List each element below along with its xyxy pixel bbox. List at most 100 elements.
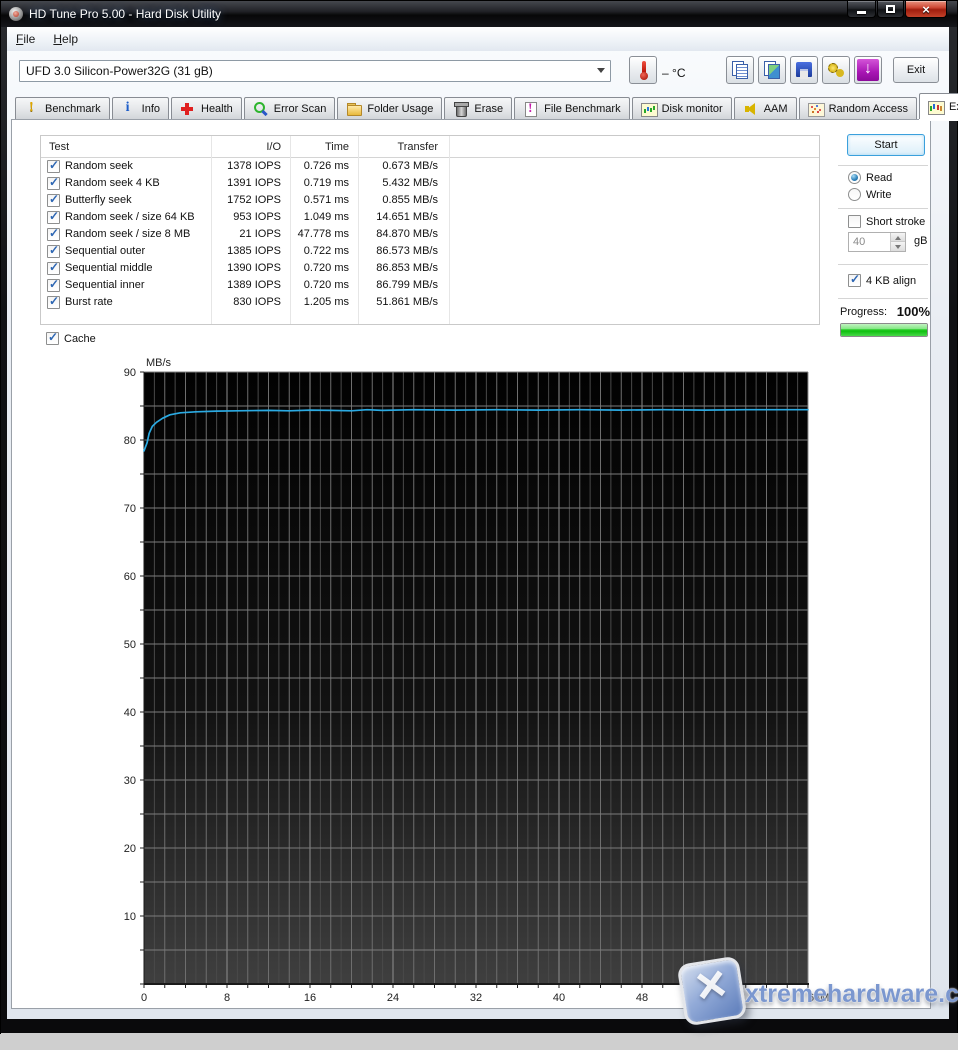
test-controls-panel: Start Read Write Short stroke 40 gB bbox=[838, 120, 930, 350]
table-row: Random seek / size 64 KB953 IOPS1.049 ms… bbox=[41, 209, 819, 226]
exit-button[interactable]: Exit bbox=[893, 57, 939, 83]
short-stroke-checkbox[interactable] bbox=[848, 215, 861, 228]
row-checkbox[interactable] bbox=[47, 228, 60, 241]
tab-label: Error Scan bbox=[274, 103, 327, 115]
menu-file[interactable]: File bbox=[7, 29, 44, 49]
kb-align-checkbox[interactable] bbox=[848, 274, 861, 287]
tab-label: AAM bbox=[764, 103, 788, 115]
cell: 0.720 ms bbox=[304, 262, 349, 274]
tab-health[interactable]: Health bbox=[171, 97, 242, 119]
row-checkbox[interactable] bbox=[47, 177, 60, 190]
tab-extra-tests[interactable]: Extra tests bbox=[919, 93, 958, 119]
copy-image-button[interactable] bbox=[758, 56, 786, 84]
tab-benchmark[interactable]: Benchmark bbox=[15, 97, 110, 119]
row-checkbox[interactable] bbox=[47, 245, 60, 258]
table-row: Random seek 4 KB1391 IOPS0.719 ms5.432 M… bbox=[41, 175, 819, 192]
tab-random-access[interactable]: Random Access bbox=[799, 97, 917, 119]
cell: 86.853 MB/s bbox=[376, 262, 438, 274]
file-benchmark-icon bbox=[523, 102, 539, 116]
tab-info[interactable]: Info bbox=[112, 97, 169, 119]
transfer-chart: 1020304050607080900816243240485664MBMB/s bbox=[92, 350, 832, 1050]
cell: 1390 IOPS bbox=[227, 262, 281, 274]
kb-align-label: 4 KB align bbox=[866, 275, 916, 287]
column-time: Time bbox=[325, 141, 349, 153]
tab-folder-usage[interactable]: Folder Usage bbox=[337, 97, 442, 119]
column-io: I/O bbox=[266, 141, 281, 153]
cell: 0.722 ms bbox=[304, 245, 349, 257]
short-stroke-row: Short stroke bbox=[848, 215, 925, 231]
row-checkbox[interactable] bbox=[47, 279, 60, 292]
maximize-button[interactable] bbox=[877, 1, 904, 18]
tab-disk-monitor[interactable]: Disk monitor bbox=[632, 97, 732, 119]
cell: 1385 IOPS bbox=[227, 245, 281, 257]
close-button[interactable]: × bbox=[905, 1, 947, 18]
row-checkbox[interactable] bbox=[47, 211, 60, 224]
row-checkbox[interactable] bbox=[47, 160, 60, 173]
cell: 14.651 MB/s bbox=[376, 211, 438, 223]
toolbar: UFD 3.0 Silicon-Power32G (31 gB) – °C Ex… bbox=[7, 51, 949, 93]
info-icon bbox=[121, 102, 137, 116]
minimize-icon bbox=[857, 11, 866, 14]
window-title: HD Tune Pro 5.00 - Hard Disk Utility bbox=[29, 7, 221, 21]
download-button[interactable] bbox=[854, 56, 882, 84]
tab-aam[interactable]: AAM bbox=[734, 97, 797, 119]
tab-error-scan[interactable]: Error Scan bbox=[244, 97, 336, 119]
cell: Sequential inner bbox=[65, 279, 145, 291]
spin-up-icon[interactable] bbox=[891, 233, 905, 242]
temperature-button[interactable] bbox=[629, 56, 657, 84]
tab-label: Info bbox=[142, 103, 160, 115]
cell: Burst rate bbox=[65, 296, 113, 308]
row-checkbox[interactable] bbox=[47, 262, 60, 275]
cell: 21 IOPS bbox=[239, 228, 281, 240]
extra-tests-page: Test I/O Time Transfer Random seek1378 I… bbox=[11, 119, 931, 1009]
cell: 0.719 ms bbox=[304, 177, 349, 189]
svg-text:10: 10 bbox=[124, 911, 136, 923]
start-button[interactable]: Start bbox=[847, 134, 925, 156]
spin-down-icon[interactable] bbox=[891, 242, 905, 251]
cell: 0.726 ms bbox=[304, 160, 349, 172]
save-icon bbox=[791, 57, 817, 83]
cell: Random seek / size 8 MB bbox=[65, 228, 190, 240]
tab-erase[interactable]: Erase bbox=[444, 97, 512, 119]
cell: 86.799 MB/s bbox=[376, 279, 438, 291]
drive-select-value: UFD 3.0 Silicon-Power32G (31 gB) bbox=[26, 64, 213, 78]
temperature-readout: – °C bbox=[662, 66, 686, 80]
tab-label: Benchmark bbox=[45, 103, 101, 115]
row-checkbox[interactable] bbox=[47, 296, 60, 309]
title-bar: HD Tune Pro 5.00 - Hard Disk Utility × bbox=[1, 1, 957, 27]
table-row: Random seek1378 IOPS0.726 ms0.673 MB/s bbox=[41, 158, 819, 175]
svg-text:MB/s: MB/s bbox=[146, 357, 172, 369]
copy-text-button[interactable] bbox=[726, 56, 754, 84]
table-row: Sequential inner1389 IOPS0.720 ms86.799 … bbox=[41, 277, 819, 294]
save-button[interactable] bbox=[790, 56, 818, 84]
cell: Random seek / size 64 KB bbox=[65, 211, 195, 223]
drive-select[interactable]: UFD 3.0 Silicon-Power32G (31 gB) bbox=[19, 60, 611, 82]
minimize-button[interactable] bbox=[847, 1, 876, 18]
cell: 953 IOPS bbox=[233, 211, 281, 223]
short-stroke-size-stepper[interactable]: 40 bbox=[848, 232, 906, 252]
column-transfer: Transfer bbox=[397, 141, 438, 153]
table-row: Sequential middle1390 IOPS0.720 ms86.853… bbox=[41, 260, 819, 277]
kb-align-row: 4 KB align bbox=[848, 274, 916, 290]
app-icon bbox=[9, 7, 23, 21]
row-checkbox[interactable] bbox=[47, 194, 60, 207]
maximize-icon bbox=[886, 5, 895, 13]
tab-label: Folder Usage bbox=[367, 103, 433, 115]
write-radio[interactable] bbox=[848, 188, 861, 201]
options-button[interactable] bbox=[822, 56, 850, 84]
close-icon: × bbox=[922, 2, 930, 17]
aam-icon bbox=[743, 102, 759, 116]
cache-label: Cache bbox=[64, 333, 96, 345]
cell: Random seek bbox=[65, 160, 133, 172]
size-unit-label: gB bbox=[914, 235, 927, 247]
read-radio[interactable] bbox=[848, 171, 861, 184]
cell: 0.855 MB/s bbox=[382, 194, 438, 206]
tab-file-benchmark[interactable]: File Benchmark bbox=[514, 97, 629, 119]
cache-checkbox[interactable] bbox=[46, 332, 59, 345]
size-value: 40 bbox=[853, 236, 865, 248]
svg-text:24: 24 bbox=[387, 992, 399, 1004]
menu-help[interactable]: Help bbox=[44, 29, 87, 49]
results-table: Test I/O Time Transfer Random seek1378 I… bbox=[40, 135, 820, 325]
cell: 1.205 ms bbox=[304, 296, 349, 308]
svg-text:56: 56 bbox=[719, 992, 731, 1004]
